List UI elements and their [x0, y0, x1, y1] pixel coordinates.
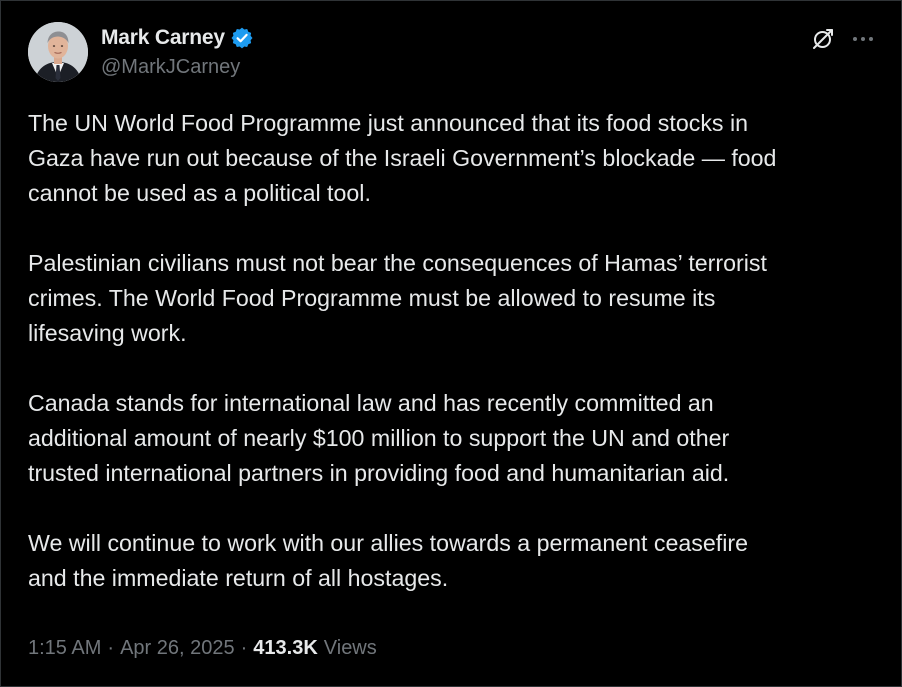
tweet-card: Mark Carney @MarkJCarney The UN World Fo… — [0, 0, 902, 687]
avatar-image — [28, 22, 88, 82]
meta-separator: · — [240, 637, 248, 659]
tweet-paragraph: The UN World Food Programme just announc… — [28, 110, 777, 206]
views-count[interactable]: 413.3K — [253, 637, 318, 660]
verified-badge-icon[interactable] — [230, 26, 254, 50]
author-handle[interactable]: @MarkJCarney — [101, 56, 240, 79]
avatar[interactable] — [28, 22, 88, 82]
grok-icon[interactable] — [811, 27, 835, 51]
author-name-row: Mark Carney — [101, 23, 254, 53]
author-display-name[interactable]: Mark Carney — [101, 26, 225, 50]
more-options-icon[interactable] — [850, 27, 876, 51]
tweet-time[interactable]: 1:15 AM — [28, 637, 101, 660]
tweet-paragraph: Canada stands for international law and … — [28, 390, 730, 486]
tweet-text: The UN World Food Programme just announc… — [28, 106, 888, 596]
tweet-date[interactable]: Apr 26, 2025 — [120, 637, 235, 660]
tweet-paragraph: We will continue to work with our allies… — [28, 530, 749, 591]
tweet-metadata: 1:15 AM · Apr 26, 2025 · 413.3K Views — [28, 637, 377, 660]
meta-separator: · — [107, 637, 115, 659]
tweet-paragraph: Palestinian civilians must not bear the … — [28, 250, 767, 346]
views-label: Views — [323, 637, 377, 659]
